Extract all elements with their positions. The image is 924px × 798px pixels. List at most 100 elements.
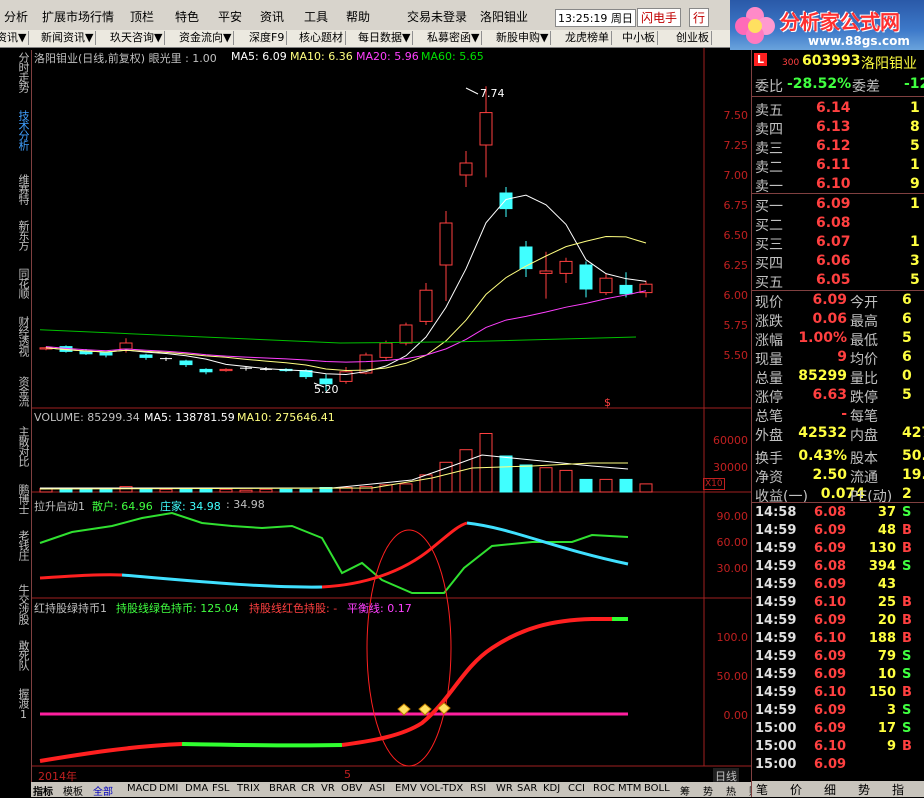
tab-all[interactable]: 全部 xyxy=(93,783,113,798)
tab-rsi[interactable]: RSI xyxy=(470,783,486,794)
volume-bar xyxy=(499,455,513,493)
menu-news[interactable]: 资讯 xyxy=(260,8,284,25)
vtab-tonghuashun[interactable]: 同花顺 xyxy=(14,268,30,298)
ask-price[interactable]: 6.12 xyxy=(816,138,851,154)
tick-price: 6.10 xyxy=(814,739,847,754)
tick-volume: 20 xyxy=(877,613,896,628)
menu-features[interactable]: 特色 xyxy=(175,8,199,25)
tab-cr[interactable]: CR xyxy=(301,783,315,794)
vtab-wodu[interactable]: 握渡1 xyxy=(14,688,30,720)
tab-news[interactable]: 新闻资讯▼ xyxy=(39,31,97,45)
tab-fsl[interactable]: FSL xyxy=(212,783,230,794)
tick-side: B xyxy=(902,739,912,754)
tab-wr[interactable]: WR xyxy=(496,783,513,794)
tab-kdj[interactable]: KDJ xyxy=(543,783,560,794)
menu-topbar[interactable]: 顶栏 xyxy=(130,8,154,25)
panel-tab-price[interactable]: 价 xyxy=(790,781,802,798)
tab-f9[interactable]: 深度F9 xyxy=(247,31,288,45)
ask-price[interactable]: 6.13 xyxy=(816,119,851,135)
ask-price[interactable]: 6.10 xyxy=(816,176,851,192)
ask-price[interactable]: 6.11 xyxy=(816,157,851,173)
tick-side: S xyxy=(902,667,912,682)
vtab-tech-analysis[interactable]: 技术分析 xyxy=(14,110,30,150)
vtab-main-retail[interactable]: 主散对比 xyxy=(14,426,30,466)
ma10-label: MA10: 6.36 xyxy=(290,50,353,63)
tab-jiutian[interactable]: 玖天咨询▼ xyxy=(108,31,166,45)
tab-templates[interactable]: 模板 xyxy=(63,783,83,798)
ytick-ind2: 0.00 xyxy=(723,709,749,722)
tab-daily-data[interactable]: 每日数据▼ xyxy=(356,31,414,45)
tab-info[interactable]: 资讯▼ xyxy=(0,31,30,45)
info-tab-bar: 资讯▼ 新闻资讯▼ 玖天咨询▼ 资金流向▼ 深度F9 核心题材 每日数据▼ 私募… xyxy=(0,30,730,48)
tab-dmi[interactable]: DMI xyxy=(159,783,178,794)
vtab-finance-view[interactable]: 财经透视 xyxy=(14,316,30,356)
volume-bar xyxy=(179,488,193,493)
stat-value: 0.06 xyxy=(812,311,847,327)
tab-boll[interactable]: BOLL xyxy=(644,783,670,794)
menu-help[interactable]: 帮助 xyxy=(346,8,370,25)
tab-macd[interactable]: MACD xyxy=(127,783,157,794)
tab-ipo[interactable]: 新股申购▼ xyxy=(494,31,552,45)
bid-price[interactable]: 6.06 xyxy=(816,253,851,269)
vtab-intraday[interactable]: 分时走势 xyxy=(14,52,30,92)
tab-vr[interactable]: VR xyxy=(321,783,335,794)
panel-tab-index[interactable]: 指 xyxy=(892,781,904,798)
ytick-main: 6.50 xyxy=(723,229,749,242)
tab-core-topics[interactable]: 核心题材 xyxy=(297,31,346,45)
tab-obv[interactable]: OBV xyxy=(341,783,362,794)
volume-bar xyxy=(359,486,373,493)
bid-price[interactable]: 6.05 xyxy=(816,272,851,288)
tab-sar[interactable]: SAR xyxy=(517,783,537,794)
ytick-main: 6.00 xyxy=(723,289,749,302)
vtab-niujiao[interactable]: 牛交涉股 xyxy=(14,584,30,624)
tab-indicators[interactable]: 指标 xyxy=(33,783,53,798)
tab-cci[interactable]: CCI xyxy=(568,783,585,794)
tick-time: 14:59 xyxy=(755,685,797,700)
tab-sme-board[interactable]: 中小板 xyxy=(620,31,658,45)
stat-label-2: 跌停 xyxy=(850,390,878,406)
indicator1-retail: 散户: 64.96 xyxy=(92,500,153,513)
panel-tab-detail[interactable]: 细 xyxy=(824,781,836,798)
tab-dma[interactable]: DMA xyxy=(185,783,208,794)
bid-price[interactable]: 6.07 xyxy=(816,234,851,250)
chart-area[interactable] xyxy=(32,48,751,782)
tab-fund-flow[interactable]: 资金流向▼ xyxy=(177,31,235,45)
flash-trade-button[interactable]: 闪电手 xyxy=(637,8,682,27)
quote-button[interactable]: 行 xyxy=(689,8,710,27)
tick-time: 14:59 xyxy=(755,523,797,538)
vtab-xindongfang[interactable]: 新东方 xyxy=(14,220,30,250)
tab-asi[interactable]: ASI xyxy=(369,783,385,794)
panel-tab-trades[interactable]: 笔 xyxy=(756,781,768,798)
login-status[interactable]: 交易未登录 xyxy=(407,8,467,25)
menu-tools[interactable]: 工具 xyxy=(304,8,328,25)
tab-gem-board[interactable]: 创业板 xyxy=(674,31,712,45)
ask-price[interactable]: 6.14 xyxy=(816,100,851,116)
bid-price[interactable]: 6.09 xyxy=(816,196,851,212)
menu-pingan[interactable]: 平安 xyxy=(218,8,242,25)
vtab-gansidui[interactable]: 敢死队 xyxy=(14,640,30,670)
ma5-label: MA5: 6.09 xyxy=(231,50,287,63)
tab-private-letter[interactable]: 私募密函▼ xyxy=(425,31,483,45)
tab-mtm[interactable]: MTM xyxy=(618,783,641,794)
tab-hot[interactable]: 热 xyxy=(726,783,736,798)
panel-tab-trend[interactable]: 势 xyxy=(858,781,870,798)
tab-chips[interactable]: 筹 xyxy=(680,783,690,798)
vtab-laoqianzhuang[interactable]: 老钱庄 xyxy=(14,530,30,560)
tick-side: S xyxy=(902,703,912,718)
tab-dragon-tiger[interactable]: 龙虎榜单 xyxy=(563,31,612,45)
vtab-capital-flow[interactable]: 资金流 xyxy=(14,376,30,406)
tab-brar[interactable]: BRAR xyxy=(269,783,296,794)
tab-roc[interactable]: ROC xyxy=(593,783,615,794)
stat-label-2: PE(动) xyxy=(850,489,893,505)
tab-emv[interactable]: EMV xyxy=(395,783,417,794)
menu-extended-market[interactable]: 扩展市场行情 xyxy=(42,8,114,25)
ytick-ind1: 60.00 xyxy=(716,536,749,549)
holding-lines xyxy=(39,617,628,763)
menu-analysis[interactable]: 分析 xyxy=(4,8,28,25)
tab-trix[interactable]: TRIX xyxy=(237,783,260,794)
vtab-weisaite[interactable]: 维赛特 xyxy=(14,174,30,204)
bid-price[interactable]: 6.08 xyxy=(816,215,851,231)
tab-vol-tdx[interactable]: VOL-TDX xyxy=(420,783,463,794)
vtab-pengboshi[interactable]: 鹏博士 xyxy=(14,484,30,514)
tab-trend[interactable]: 势 xyxy=(703,783,713,798)
